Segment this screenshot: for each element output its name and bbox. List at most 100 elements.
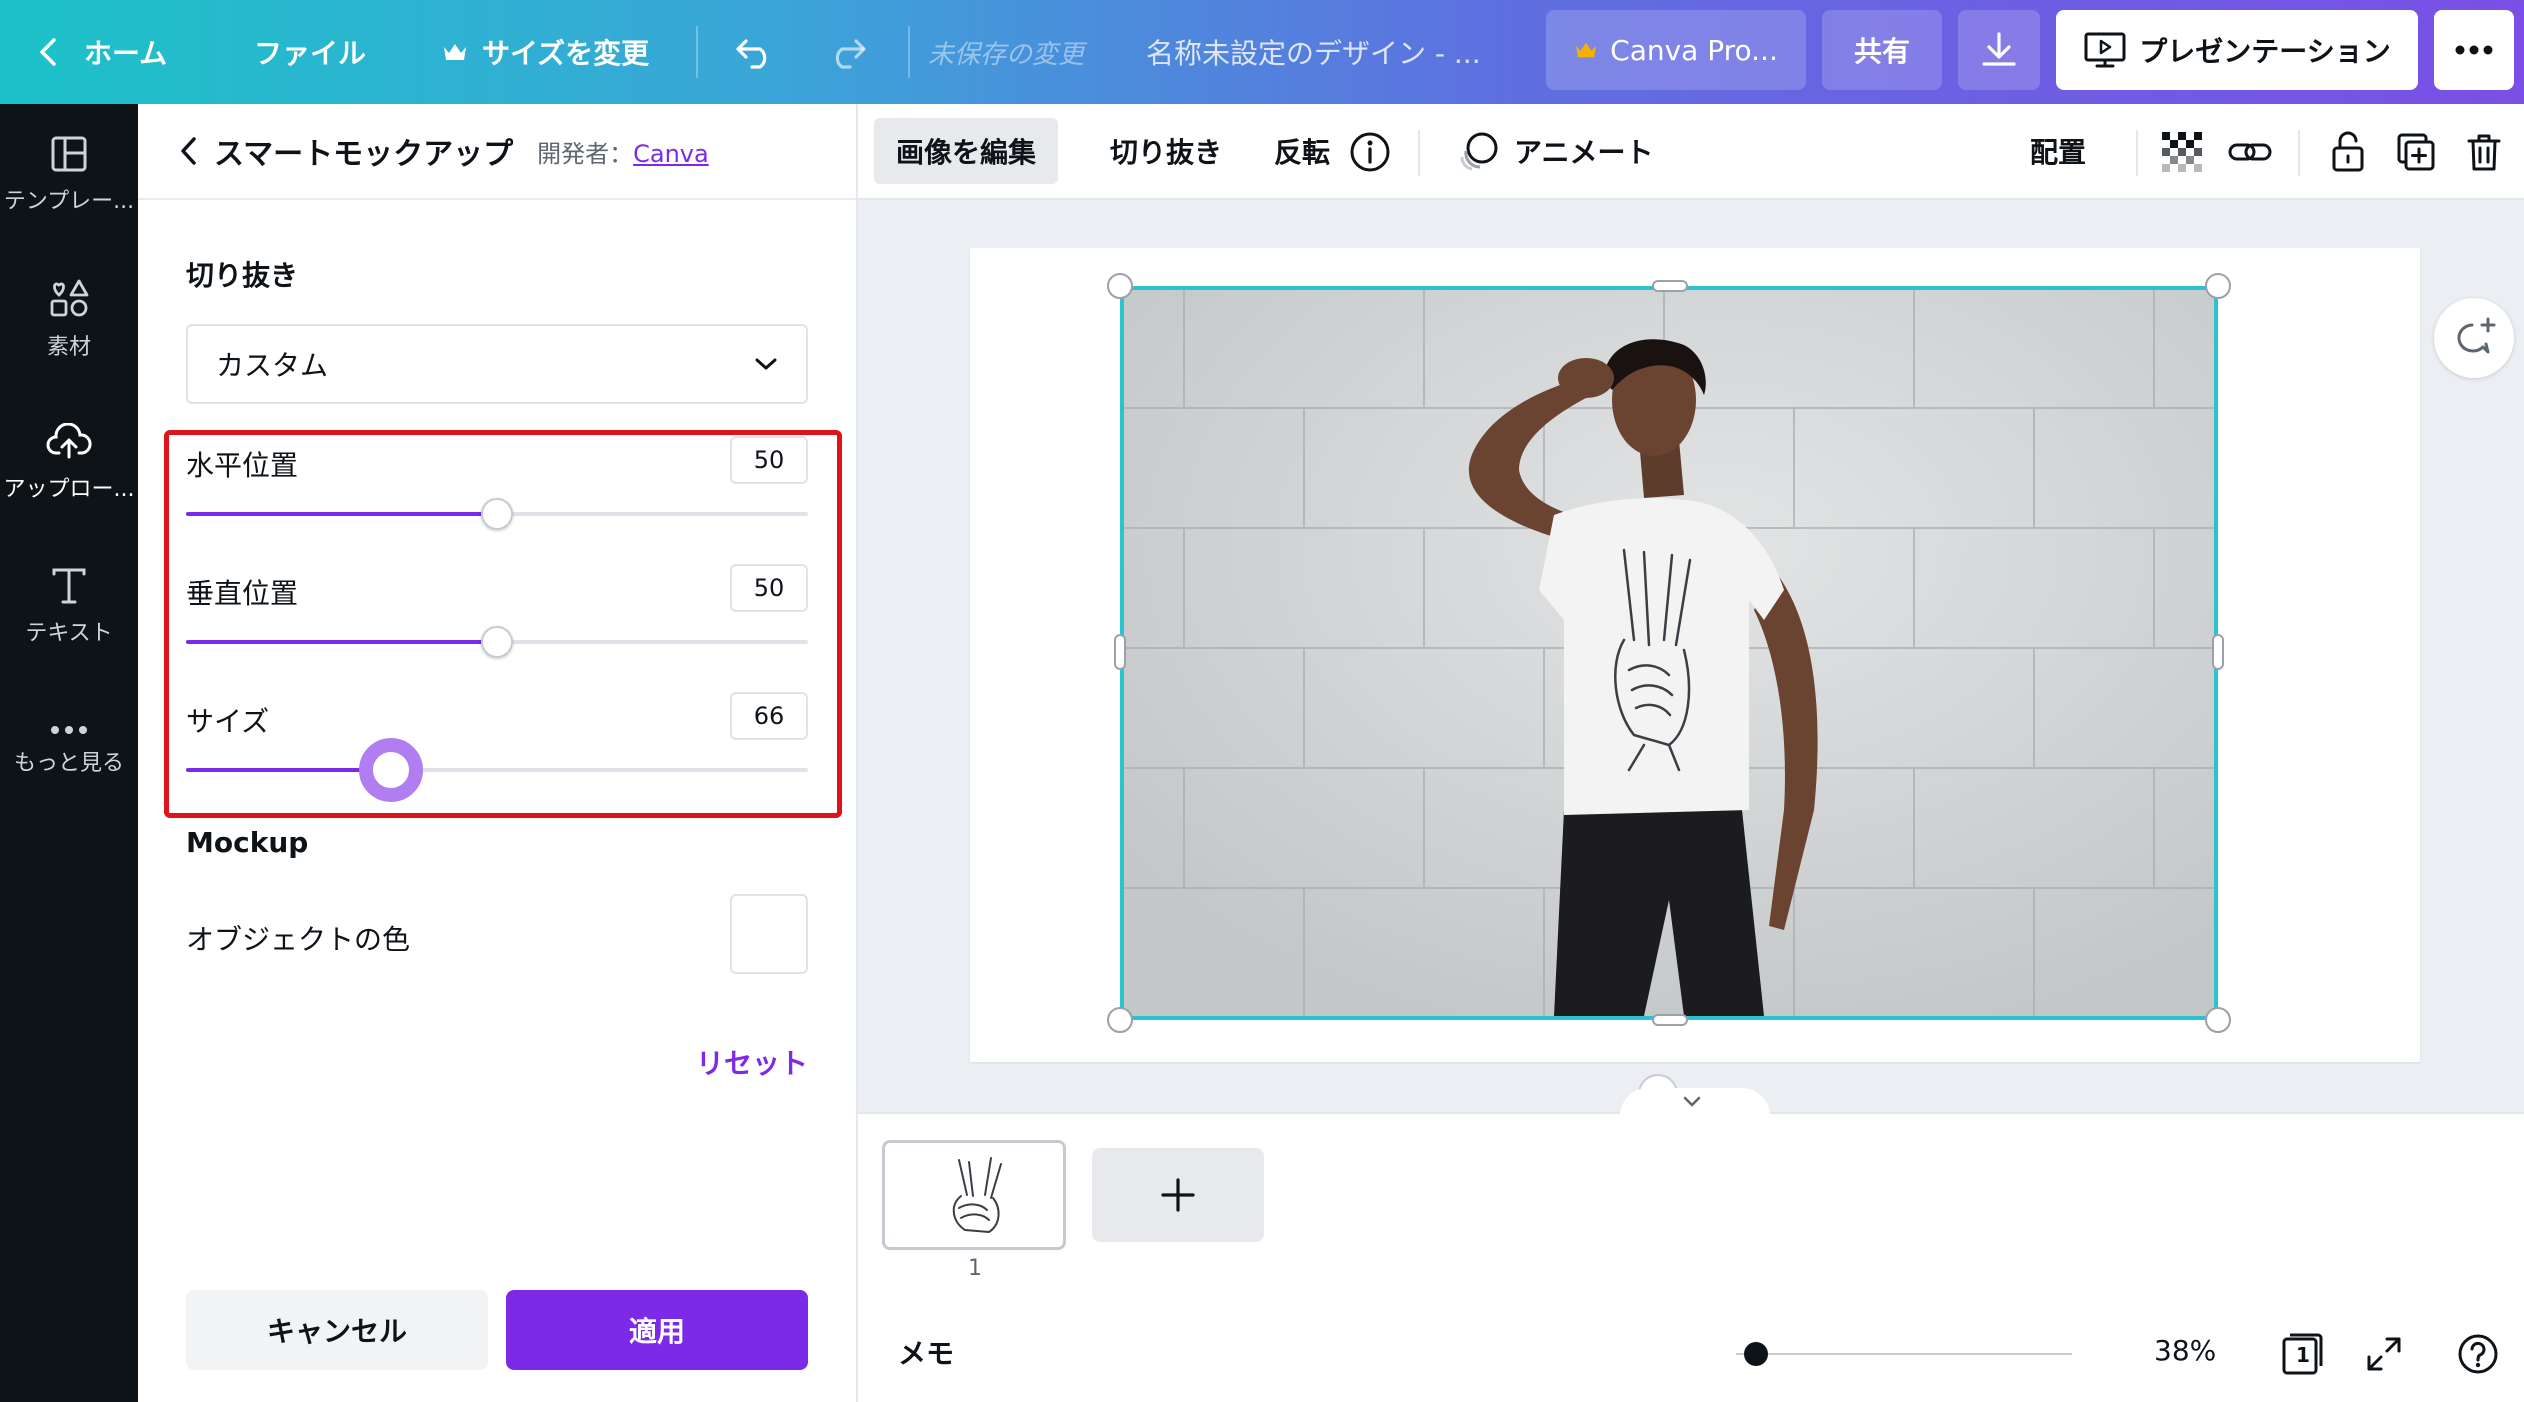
resize-label: サイズを変更 [482, 37, 650, 70]
object-color-row: オブジェクトの色 [186, 894, 808, 974]
panel-title: スマートモックアップ [214, 137, 514, 172]
add-page-button[interactable] [1092, 1148, 1264, 1242]
file-label: ファイル [254, 37, 367, 70]
text-icon [52, 568, 86, 604]
fullscreen-button[interactable] [2360, 1330, 2408, 1378]
duplicate-icon [2397, 133, 2435, 171]
presentation-icon [2084, 32, 2126, 68]
elements-icon [50, 279, 89, 317]
share-button[interactable]: 共有 [1822, 10, 1942, 90]
redo-icon [835, 39, 866, 69]
help-button[interactable] [2454, 1330, 2502, 1378]
canva-pro-button[interactable]: Canva Pro... [1546, 10, 1806, 90]
share-label: 共有 [1853, 35, 1910, 68]
rail-item-text[interactable]: テキスト [0, 542, 138, 672]
page-count-button[interactable]: 1 [2278, 1330, 2326, 1378]
resize-handle[interactable] [1652, 1014, 1688, 1026]
developer-credit: 開発者：Canva [537, 134, 709, 169]
cancel-button[interactable]: キャンセル [186, 1290, 488, 1370]
plus-icon [1161, 1178, 1195, 1212]
resize-handle[interactable] [1107, 1007, 1133, 1033]
home-label: ホーム [84, 37, 168, 70]
info-button[interactable] [1344, 126, 1396, 178]
animate-icon [1460, 132, 1498, 171]
document-title[interactable]: 名称未設定のデザイン - ... [1146, 0, 1481, 104]
panel-header: スマートモックアップ 開発者：Canva [138, 104, 856, 200]
crop-select[interactable]: カスタム [186, 324, 808, 404]
present-button[interactable]: プレゼンテーション [2056, 10, 2418, 90]
template-icon [51, 136, 87, 172]
canvas-workspace [858, 200, 2524, 1114]
page-thumbnail[interactable] [882, 1140, 1066, 1250]
zoom-slider-thumb[interactable] [1744, 1342, 1768, 1366]
info-icon [1350, 132, 1390, 172]
resize-handle[interactable] [1107, 273, 1133, 299]
divider [2298, 130, 2300, 176]
rail-item-elements[interactable]: 素材 [0, 254, 138, 384]
rail-item-templates[interactable]: テンプレー... [0, 110, 138, 240]
rail-label: アップロー... [3, 477, 135, 502]
rail-label: 素材 [46, 335, 91, 360]
unsaved-status: 未保存の変更 [928, 39, 1085, 70]
rail-item-more[interactable]: もっと見る [0, 686, 138, 816]
resize-handle[interactable] [2212, 634, 2224, 670]
add-comment-button[interactable] [2434, 298, 2514, 378]
undo-button[interactable] [734, 0, 776, 104]
footer-bar: メモ 38% 1 [858, 1292, 2524, 1402]
crop-label: 切り抜き [1110, 136, 1223, 169]
collapse-pages-toggle[interactable] [1620, 1088, 1770, 1116]
resize-handle[interactable] [2205, 1007, 2231, 1033]
object-color-swatch[interactable] [730, 894, 808, 974]
pages-strip: 1 [858, 1088, 2524, 1292]
redo-button[interactable] [826, 0, 868, 104]
position-button[interactable]: 配置 [2008, 118, 2108, 184]
reset-link[interactable]: リセット [696, 1042, 808, 1082]
mockup-section-title: Mockup [186, 826, 309, 859]
zoom-value[interactable]: 38% [2154, 1334, 2216, 1367]
download-icon [1982, 32, 2016, 66]
animate-button[interactable]: アニメート [1436, 118, 1675, 184]
download-button[interactable] [1958, 10, 2040, 90]
notes-button[interactable]: メモ [898, 1332, 954, 1372]
transparency-icon [2162, 132, 2202, 172]
position-label: 配置 [2030, 136, 2087, 169]
more-options-button[interactable] [2434, 10, 2514, 90]
flip-button[interactable]: 反転 [1252, 118, 1352, 184]
edit-image-button[interactable]: 画像を編集 [874, 118, 1059, 184]
highlight-annotation-box [164, 430, 842, 818]
developer-link[interactable]: Canva [633, 140, 709, 168]
back-chevron-icon[interactable] [178, 135, 200, 167]
flip-label: 反転 [1274, 136, 1331, 169]
undo-icon [736, 39, 767, 69]
mockup-photo-illustration [1124, 290, 2214, 1016]
resize-button[interactable]: サイズを変更 [442, 0, 649, 104]
link-button[interactable] [2224, 126, 2276, 178]
peace-hand-thumbnail-icon [952, 1157, 1002, 1233]
resize-handle[interactable] [1652, 280, 1688, 292]
delete-button[interactable] [2458, 126, 2510, 178]
resize-handle[interactable] [2205, 273, 2231, 299]
chevron-down-icon [755, 358, 777, 370]
crop-button[interactable]: 切り抜き [1088, 118, 1244, 184]
top-bar: ホーム ファイル サイズを変更 未保存の変更 名称未設定のデザイン - ... … [0, 0, 2524, 104]
more-dots-icon [2455, 45, 2493, 55]
lock-button[interactable] [2322, 126, 2374, 178]
design-page[interactable] [970, 248, 2420, 1062]
divider [908, 26, 910, 78]
duplicate-button[interactable] [2390, 126, 2442, 178]
rail-item-uploads[interactable]: アップロー... [0, 398, 138, 528]
resize-handle[interactable] [1114, 634, 1126, 670]
file-menu[interactable]: ファイル [254, 0, 366, 104]
help-icon [2458, 1334, 2498, 1374]
crown-icon [1576, 42, 1597, 58]
divider [2136, 130, 2138, 176]
mockup-image[interactable] [1120, 286, 2218, 1020]
apply-button[interactable]: 適用 [506, 1290, 808, 1370]
transparency-button[interactable] [2156, 126, 2208, 178]
home-button[interactable]: ホーム [36, 0, 167, 104]
zoom-slider-track[interactable] [1736, 1353, 2072, 1355]
divider [1418, 130, 1420, 176]
present-label: プレゼンテーション [2139, 35, 2391, 68]
left-rail: テンプレー... 素材 アップロー... テキスト もっと見る [0, 104, 138, 1402]
link-icon [2228, 143, 2272, 161]
